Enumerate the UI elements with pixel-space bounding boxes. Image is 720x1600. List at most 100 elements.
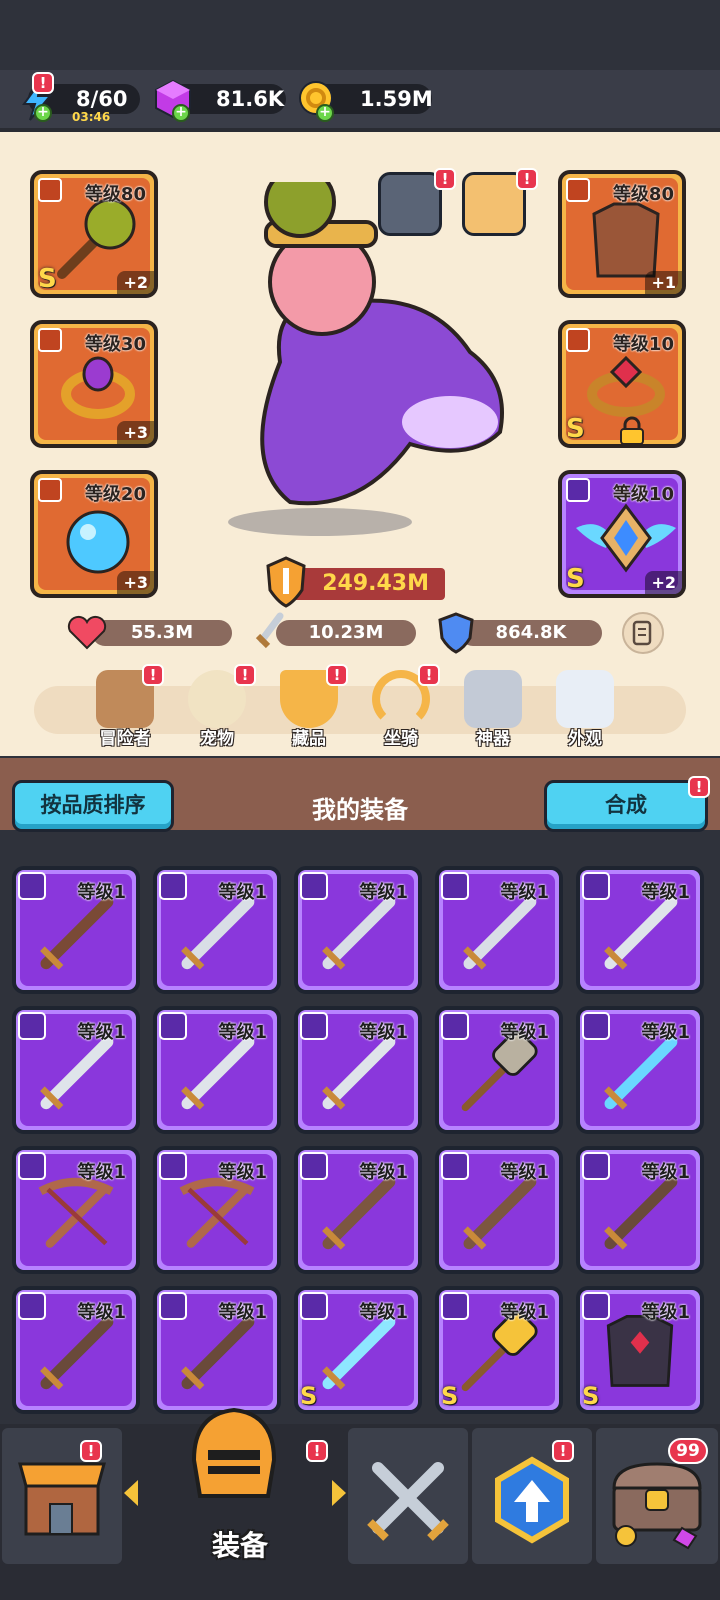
upgrade-alert-badge: ! [552,1440,574,1462]
inventory-item[interactable]: 等级1 [153,1286,281,1414]
inventory-item[interactable]: 等级1 [576,1146,704,1274]
nav-tab-upgrade[interactable] [472,1428,592,1564]
sword-category-icon [441,1292,469,1320]
feature-label: 神器 [476,729,510,749]
equipment-title: 我的装备 [312,796,408,824]
feature-appearance[interactable]: 外观 [548,670,622,749]
ring-slot[interactable]: 等级30 +3 [30,320,158,448]
sword-category-icon [159,1152,187,1180]
add-gold-icon[interactable]: + [316,104,334,122]
inventory-item[interactable]: 等级1 [12,1006,140,1134]
item-level: 等级1 [500,882,549,903]
item-level: 等级1 [218,1162,267,1183]
item-level: 等级1 [500,1302,549,1323]
inventory-item[interactable]: 等级1 [435,1006,563,1134]
shield-icon [438,612,474,654]
mount-gear-icon[interactable] [378,172,442,236]
hp-value: 55.3M [130,622,194,643]
sort-by-quality-button[interactable]: 按品质排序 [12,780,174,832]
amulet-slot[interactable]: 等级20 +3 [30,470,158,598]
nav-tab-chest[interactable]: 99 [596,1428,718,1564]
upgrade-badge-icon [495,1456,569,1544]
shop-icon [18,1462,106,1536]
power-shield-icon [266,556,306,608]
merge-button-label: 合成 [605,793,647,817]
inventory-item[interactable]: 等级1 [294,1146,422,1274]
energy-value: 8/60 [76,87,128,111]
inventory-item[interactable]: 等级1 [435,1146,563,1274]
necklace-category-icon [566,478,590,502]
inventory-item[interactable]: 等级1 [12,866,140,994]
armor-category-icon [582,1292,610,1320]
emblem-slot[interactable]: 等级10 +2 S [558,470,686,598]
sword-category-icon [441,1152,469,1180]
gem-value: 81.6K [216,87,285,111]
sword-category-icon [441,872,469,900]
slot-grade: S [566,564,585,594]
armor-slot[interactable]: 等级80 +1 [558,170,686,298]
item-level: 等级1 [218,882,267,903]
chest-count: 99 [676,1441,700,1461]
mount-alert-badge: ! [434,168,456,190]
item-level: 等级1 [77,1302,126,1323]
sort-button-label: 按品质排序 [40,793,146,817]
add-gems-icon[interactable]: + [172,104,190,122]
inventory-item[interactable]: 等级1 [153,1006,281,1134]
heart-icon [67,615,107,650]
inventory-item[interactable]: 等级1 S [435,1286,563,1414]
inventory-item[interactable]: 等级1 [576,866,704,994]
feature-artifact[interactable]: 神器 [456,670,530,749]
item-level: 等级1 [500,1162,549,1183]
nav-tab-battle[interactable] [348,1428,468,1564]
sword-category-icon [300,1292,328,1320]
sword-category-icon [38,178,62,202]
sword-category-icon [300,1012,328,1040]
inventory-item[interactable]: 等级1 [435,866,563,994]
item-level: 等级1 [359,1022,408,1043]
slot-level: 等级80 [612,184,674,205]
item-level: 等级1 [641,1022,690,1043]
armor-category-icon [566,178,590,202]
knight-helmet-icon [191,1407,277,1498]
item-level: 等级1 [77,882,126,903]
slot-upgrade: +3 [117,421,154,444]
inventory-item[interactable]: 等级1 S [294,1286,422,1414]
slot-grade: S [566,414,585,444]
slot-grade: S [38,264,57,294]
hero-panel: 等级80 +2 S 等级30 +3 等级20 +3 等级80 +1 等级10 S… [0,128,720,756]
outfit-icon [556,670,614,728]
item-level: 等级1 [218,1022,267,1043]
inventory-item[interactable]: 等级1 S [576,1286,704,1414]
merge-button[interactable]: 合成 [544,780,708,832]
inventory-item[interactable]: 等级1 [294,866,422,994]
necklace-category-icon [38,478,62,502]
stats-detail-button[interactable] [622,612,664,654]
slot-level: 等级10 [612,334,674,355]
ring-category-icon [566,328,590,352]
item-level: 等级1 [77,1022,126,1043]
inventory-item[interactable]: 等级1 [12,1286,140,1414]
inventory-item[interactable]: 等级1 [294,1006,422,1134]
inventory-item[interactable]: 等级1 [576,1006,704,1134]
sword-category-icon [159,1292,187,1320]
chevron-right-icon [332,1480,346,1506]
item-level: 等级1 [77,1162,126,1183]
slot-level: 等级30 [84,334,146,355]
pet-alert-badge: ! [516,168,538,190]
adventurer-alert-badge: ! [142,664,164,686]
equipment-tab-alert-badge: ! [306,1440,328,1462]
bracelet-slot[interactable]: 等级10 S [558,320,686,448]
item-level: 等级1 [641,1302,690,1323]
inventory-item[interactable]: 等级1 [153,1146,281,1274]
hero-character[interactable] [210,182,530,542]
sword-category-icon [159,1012,187,1040]
inventory-item[interactable]: 等级1 [12,1146,140,1274]
item-level: 等级1 [641,1162,690,1183]
weapon-slot[interactable]: 等级80 +2 S [30,170,158,298]
inventory-item[interactable]: 等级1 [153,866,281,994]
nav-tab-shop[interactable] [2,1428,122,1564]
defense-value: 864.8K [495,622,567,643]
add-energy-icon[interactable]: + [34,104,52,122]
item-level: 等级1 [359,1302,408,1323]
item-level: 等级1 [359,1162,408,1183]
